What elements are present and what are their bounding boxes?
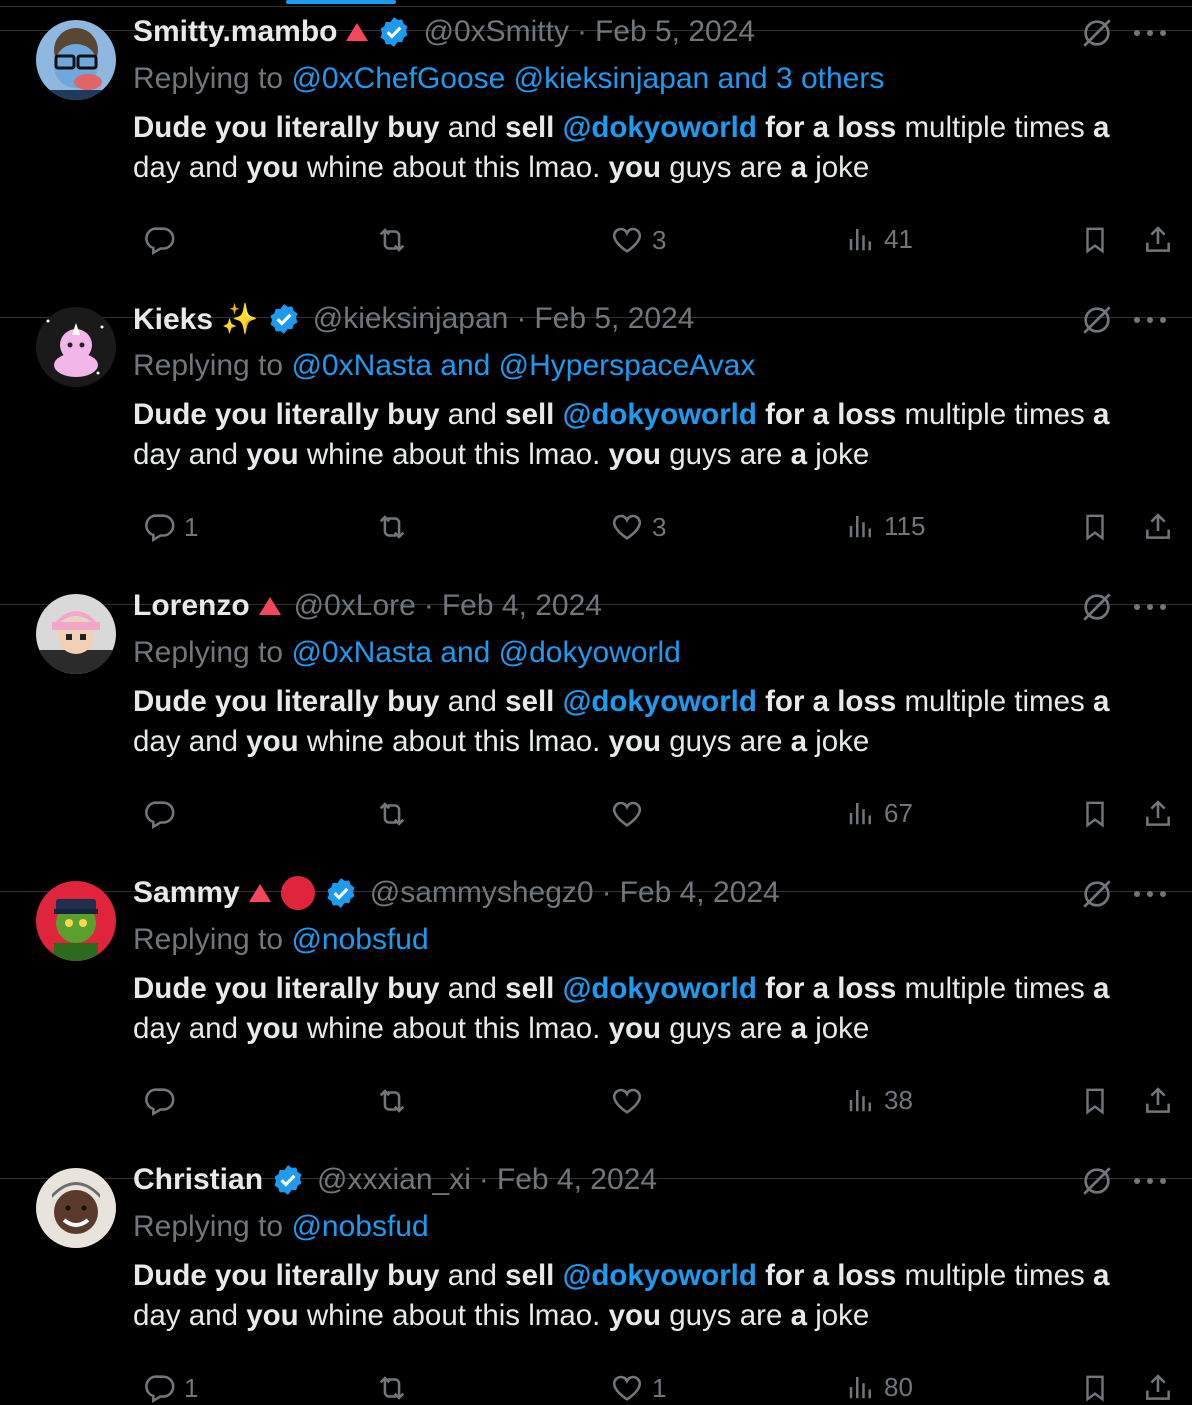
likes-count: 1 [652, 1372, 667, 1403]
user-handle[interactable]: @xxxian_xi [317, 1163, 471, 1197]
tweet[interactable]: Kieks ✨ @kieksinjapan · Feb 5, 2024 Replying… [0, 31, 1192, 543]
post-date[interactable]: Feb 4, 2024 [497, 1163, 657, 1197]
tweet-header: Christian @xxxian_xi · Feb 4, 2024 [133, 1162, 657, 1198]
text-bold: you [608, 1299, 662, 1332]
reply-icon [142, 1371, 176, 1405]
tweet[interactable]: Lorenzo @0xLore · Feb 4, 2024 Replying to @0… [0, 318, 1192, 830]
replying-to-users-link[interactable]: @nobsfud [291, 1210, 428, 1243]
text-bold: for a loss [765, 1259, 897, 1292]
text-bold: a [790, 1299, 807, 1332]
text [757, 1259, 765, 1292]
text: multiple times [896, 1259, 1093, 1292]
separator-dot: · [478, 1163, 489, 1196]
views-count: 80 [884, 1371, 913, 1402]
text-bold: you [246, 1299, 299, 1332]
text-bold: Dude you literally buy [133, 1259, 440, 1292]
repost-icon [374, 1371, 410, 1405]
reply-button[interactable]: 1 [134, 1371, 198, 1405]
views-button[interactable]: 80 [838, 1371, 913, 1403]
replies-count: 1 [184, 1372, 199, 1403]
replying-to-prefix: Replying to [133, 1210, 284, 1243]
like-button[interactable]: 1 [602, 1371, 666, 1405]
replying-to: Replying to @nobsfud [133, 1210, 429, 1244]
grok-icon[interactable] [1080, 1164, 1114, 1198]
text-bold: a [1093, 1259, 1110, 1292]
tweet[interactable]: Smitty.mambo @0xSmitty · Feb 5, 2024 Replyin… [0, 0, 1192, 256]
text: guys are [661, 1299, 791, 1332]
text: joke [807, 1299, 870, 1332]
bookmark-icon [1080, 1371, 1110, 1405]
views-icon [846, 1371, 876, 1403]
text-bold: sell [505, 1259, 555, 1292]
text: and [439, 1259, 506, 1292]
tweet-text: Dude you literally buy and sell @dokyowo… [133, 1256, 1143, 1336]
repost-button[interactable] [366, 1371, 418, 1405]
display-name[interactable]: Christian [133, 1163, 263, 1197]
tweet[interactable]: Christian @xxxian_xi · Feb 4, 2024 Replying … [0, 892, 1192, 1404]
more-options-icon[interactable] [1134, 1176, 1166, 1186]
verified-badge-icon [271, 1163, 305, 1197]
tweet[interactable]: Sammy @sammyshegz0 · Feb 4, 2024 Replying to… [0, 605, 1192, 1117]
avatar[interactable] [36, 1168, 116, 1248]
bookmark-button[interactable] [1072, 1371, 1110, 1405]
text: whine about this lmao. [298, 1299, 609, 1332]
share-button[interactable] [1134, 1371, 1174, 1405]
text [554, 1259, 562, 1292]
share-icon [1142, 1371, 1174, 1405]
mention-link[interactable]: @dokyoworld [563, 1259, 757, 1292]
like-icon [610, 1371, 644, 1405]
